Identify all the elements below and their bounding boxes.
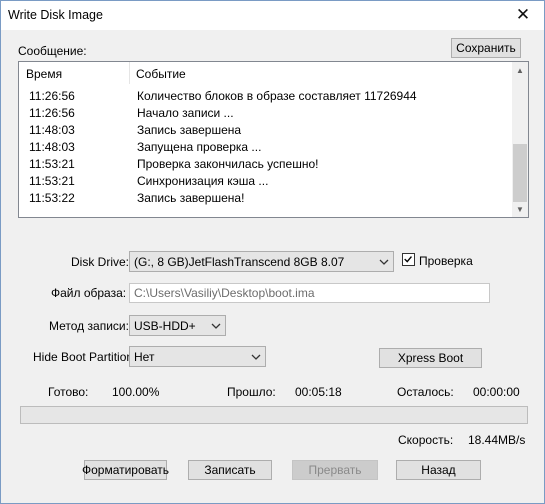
scroll-up-icon[interactable]: ▲ [512,62,528,78]
save-button[interactable]: Сохранить [451,38,521,58]
window-title: Write Disk Image [8,8,103,22]
message-label: Сообщение: [18,44,87,58]
hide-boot-select[interactable]: Нет [129,346,266,367]
log-time: 11:48:03 [29,123,75,137]
log-scrollbar[interactable]: ▲ ▼ [512,62,528,217]
image-file-input[interactable] [130,284,489,302]
speed-value: 18.44MB/s [468,433,526,447]
verify-checkbox[interactable] [402,253,415,266]
image-file-field[interactable] [129,283,490,303]
remaining-label: Осталось: [397,385,454,399]
done-label: Готово: [48,385,89,399]
log-row[interactable]: 11:48:03 Запись завершена [19,121,513,138]
elapsed-value: 00:05:18 [295,385,342,399]
scrollbar-thumb[interactable] [513,144,527,202]
scroll-down-icon[interactable]: ▼ [512,201,528,217]
checkmark-icon [404,256,412,263]
disk-drive-label: Disk Drive: [71,255,130,269]
chevron-down-icon [211,323,221,329]
disk-drive-select[interactable]: (G:, 8 GB)JetFlashTranscend 8GB 8.07 [129,251,394,272]
log-row[interactable]: 11:53:21 Синхронизация кэша ... [19,172,513,189]
write-button[interactable]: Записать [188,460,272,480]
log-header: Время Событие [19,62,513,84]
title-bar: Write Disk Image ✕ [1,1,544,30]
log-row[interactable]: 11:53:21 Проверка закончилась успешно! [19,155,513,172]
progress-bar [20,406,528,424]
log-time: 11:26:56 [29,106,75,120]
image-file-label: Файл образа: [51,286,127,300]
log-row[interactable]: 11:26:56 Количество блоков в образе сост… [19,87,513,104]
chevron-down-icon [251,354,261,360]
done-value: 100.00% [112,385,160,399]
log-time: 11:53:21 [29,157,75,171]
remaining-value: 00:00:00 [473,385,520,399]
log-row[interactable]: 11:48:03 Запущена проверка ... [19,138,513,155]
log-event: Запись завершена [137,123,242,137]
log-event: Проверка закончилась успешно! [137,157,319,171]
close-icon[interactable]: ✕ [510,4,536,26]
abort-button[interactable]: Прервать [292,460,378,480]
log-time: 11:53:21 [29,174,75,188]
log-event: Начало записи ... [137,106,234,120]
log-time: 11:48:03 [29,140,75,154]
write-method-label: Метод записи: [49,319,129,333]
log-event: Запись завершена! [137,191,245,205]
hide-boot-value: Нет [134,350,155,364]
xpress-boot-button[interactable]: Xpress Boot [379,348,482,368]
write-method-select[interactable]: USB-HDD+ [129,315,226,336]
log-event: Количество блоков в образе составляет 11… [137,89,417,103]
chevron-down-icon [379,259,389,265]
column-separator[interactable] [129,62,130,84]
verify-label: Проверка [419,254,473,268]
column-header-time[interactable]: Время [26,67,62,81]
column-header-event[interactable]: Событие [136,67,186,81]
speed-label: Скорость: [398,433,454,447]
disk-drive-value: (G:, 8 GB)JetFlashTranscend 8GB 8.07 [134,255,345,269]
log-time: 11:53:22 [29,191,75,205]
back-button[interactable]: Назад [396,460,481,480]
log-row[interactable]: 11:53:22 Запись завершена! [19,189,513,206]
elapsed-label: Прошло: [227,385,276,399]
log-event: Запущена проверка ... [137,140,262,154]
log-event: Синхронизация кэша ... [137,174,269,188]
log-time: 11:26:56 [29,89,75,103]
hide-boot-label: Hide Boot Partition: [33,350,137,364]
log-row[interactable]: 11:26:56 Начало записи ... [19,104,513,121]
format-button[interactable]: Форматировать [82,460,169,480]
write-disk-image-window: Write Disk Image ✕ Сообщение: Сохранить … [0,0,545,504]
write-method-value: USB-HDD+ [134,319,196,333]
message-log[interactable]: Время Событие 11:26:56 Количество блоков… [18,61,529,218]
